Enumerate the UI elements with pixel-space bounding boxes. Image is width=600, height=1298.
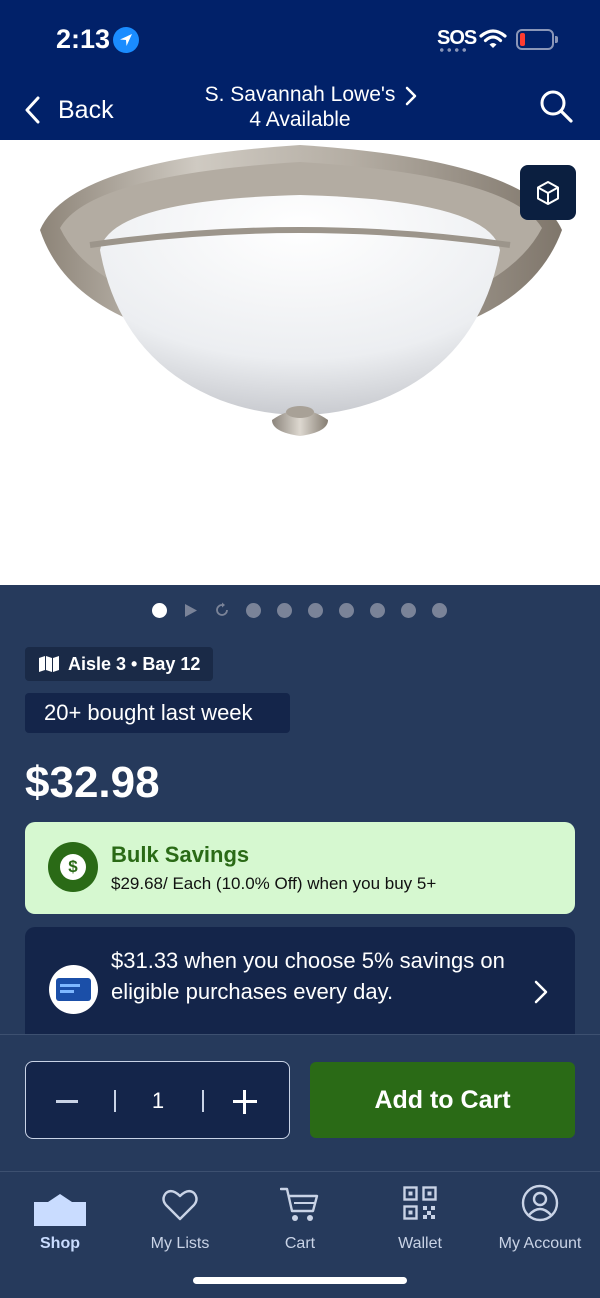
qr-code-icon — [403, 1186, 437, 1220]
carousel-dots — [152, 600, 463, 620]
tab-label: Cart — [284, 1235, 316, 1252]
plus-icon[interactable] — [233, 1090, 257, 1114]
store-name: S. Savannah Lowe's — [204, 83, 396, 106]
chevron-left-icon — [25, 96, 40, 124]
aisle-location-chip[interactable]: Aisle 3 • Bay 12 — [25, 647, 214, 681]
signal-dots-icon — [438, 48, 468, 52]
chevron-right-icon — [534, 980, 548, 1004]
tab-my-lists[interactable]: My Lists — [120, 1182, 240, 1253]
bought-last-week-badge: 20+ bought last week — [25, 693, 290, 733]
stepper-divider — [114, 1090, 116, 1112]
bulk-savings-title: Bulk Savings — [111, 842, 250, 867]
status-bar: 2:13 SOS — [0, 0, 600, 80]
bulk-savings-detail: $29.68/ Each (10.0% Off) when you buy 5+ — [111, 874, 437, 893]
play-icon[interactable] — [183, 603, 198, 618]
chevron-right-icon — [405, 86, 417, 106]
status-time: 2:13 — [56, 24, 111, 54]
product-image[interactable] — [0, 140, 600, 585]
product-price: $32.98 — [25, 758, 160, 807]
dollar-icon: $ — [48, 842, 98, 892]
aisle-text: Aisle 3 • Bay 12 — [68, 653, 201, 674]
battery-icon — [516, 29, 554, 50]
carousel-dot[interactable] — [277, 602, 292, 618]
replay-icon[interactable] — [214, 602, 230, 618]
back-label: Back — [58, 95, 114, 124]
tab-label: Wallet — [398, 1235, 442, 1252]
home-indicator[interactable] — [193, 1277, 407, 1284]
carousel-dot[interactable] — [401, 602, 416, 618]
location-arrow-icon — [113, 27, 139, 53]
wifi-icon — [479, 29, 507, 48]
tab-wallet[interactable]: Wallet — [360, 1182, 480, 1253]
search-icon[interactable] — [538, 88, 574, 124]
stepper-divider — [202, 1090, 204, 1112]
tab-shop[interactable]: Shop — [0, 1182, 120, 1253]
home-icon — [34, 1194, 86, 1226]
credit-card-offer-text: $31.33 when you choose 5% savings on eli… — [111, 948, 505, 1004]
carousel-dot[interactable] — [339, 602, 354, 618]
carousel-dot[interactable] — [308, 602, 323, 618]
credit-card-offer[interactable]: $31.33 when you choose 5% savings on eli… — [25, 927, 575, 1035]
quantity-value[interactable]: 1 — [126, 1088, 190, 1114]
add-to-cart-button[interactable]: Add to Cart — [310, 1062, 575, 1138]
account-icon — [521, 1184, 559, 1222]
carousel-dot[interactable] — [370, 602, 385, 618]
tab-label: My Lists — [150, 1235, 210, 1252]
tab-label: My Account — [498, 1235, 582, 1252]
tab-my-account[interactable]: My Account — [480, 1182, 600, 1253]
ceiling-light-illustration — [40, 145, 562, 436]
store-availability: 4 Available — [249, 108, 351, 131]
cube-3d-icon — [537, 181, 559, 205]
nav-bar: Back S. Savannah Lowe's 4 Available — [0, 80, 600, 140]
ar-view-button[interactable] — [520, 165, 576, 220]
quantity-stepper: 1 — [25, 1061, 290, 1139]
map-icon — [39, 656, 59, 672]
bulk-savings-card: $ Bulk Savings $29.68/ Each (10.0% Off) … — [25, 822, 575, 914]
credit-card-icon — [49, 965, 98, 1014]
tab-cart[interactable]: Cart — [240, 1182, 360, 1253]
minus-icon[interactable] — [56, 1100, 78, 1103]
carousel-dot[interactable] — [152, 602, 167, 618]
carousel-dot[interactable] — [432, 602, 447, 618]
battery-tip — [555, 36, 558, 43]
cart-icon — [279, 1187, 319, 1221]
store-selector[interactable]: S. Savannah Lowe's 4 Available — [150, 82, 450, 132]
sos-indicator: SOS — [437, 27, 477, 49]
purchase-panel: 1 Add to Cart — [0, 1034, 600, 1171]
back-button[interactable]: Back — [24, 92, 114, 128]
heart-icon — [162, 1189, 198, 1221]
tab-label: Shop — [40, 1235, 80, 1252]
carousel-dot[interactable] — [246, 602, 261, 618]
